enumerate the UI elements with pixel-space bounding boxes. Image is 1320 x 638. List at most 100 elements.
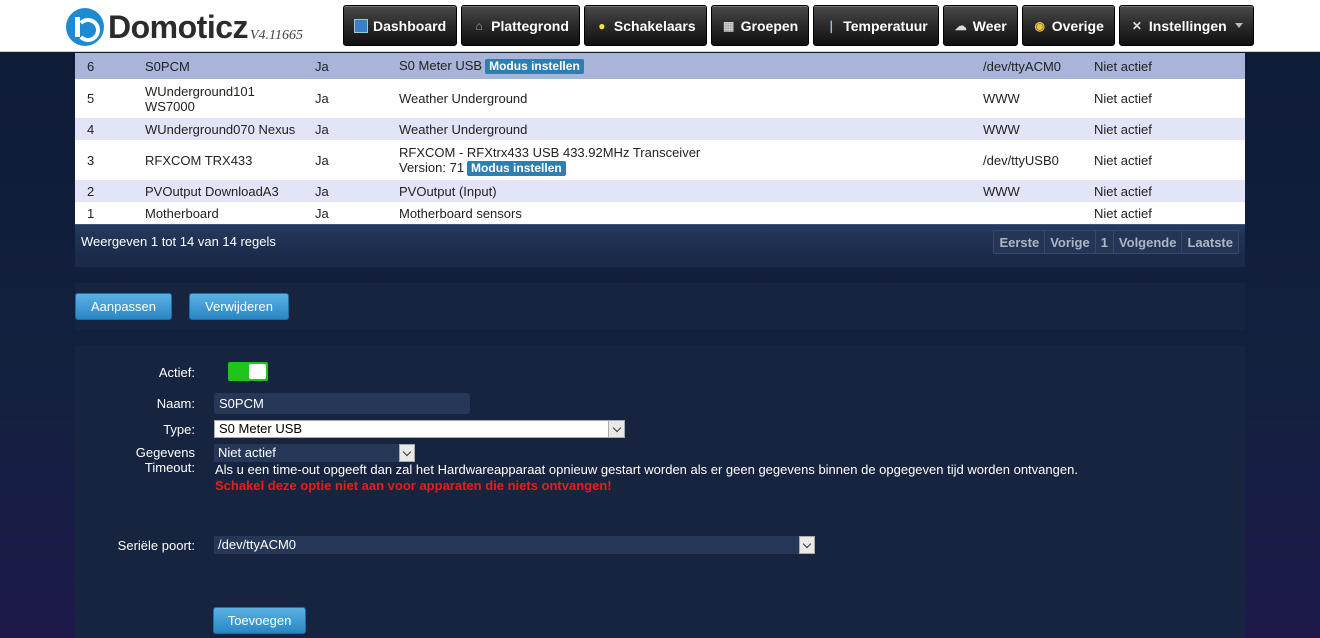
timeout-label-line: Gegevens [135,445,195,460]
row-address: WWW [971,118,1082,140]
add-button[interactable]: Toevoegen [213,607,306,634]
row-enabled: Ja [303,79,387,118]
table-row[interactable]: 6 S0PCM Ja S0 Meter USB Modus instellen /… [75,53,1245,79]
row-enabled: Ja [303,140,387,180]
set-mode-button[interactable]: Modus instellen [467,160,566,176]
row-name: RFXCOM TRX433 [133,140,303,180]
timeout-help-text: Als u een time-out opgeeft dan zal het H… [215,462,1078,477]
domoticz-logo-icon [66,8,104,46]
nav-weer[interactable]: ☁ Weer [942,5,1018,46]
serial-port-select[interactable]: /dev/ttyACM0 [214,536,815,554]
row-timeout: Niet actief [1082,79,1245,118]
timeout-select[interactable]: Niet actief [214,444,415,462]
nav-temperatuur[interactable]: ❘ Temperatuur [813,5,939,46]
globe-icon: ◉ [1034,18,1045,33]
row-idx: 3 [75,140,133,180]
row-address: WWW [971,79,1082,118]
row-idx: 6 [75,53,133,79]
nav-schakelaars[interactable]: ● Schakelaars [583,5,707,46]
row-enabled: Ja [303,53,387,79]
thermometer-icon: ❘ [826,18,837,33]
chevron-down-icon [799,536,815,554]
nav-label: Instellingen [1148,17,1227,34]
pager-previous[interactable]: Vorige [1044,229,1096,254]
pager-page-1[interactable]: 1 [1094,229,1114,254]
nav-label: Groepen [740,17,799,34]
table-row[interactable]: 4 WUnderground070 Nexus Ja Weather Under… [75,118,1245,140]
row-enabled: Ja [303,118,387,140]
chevron-down-icon [399,444,415,462]
chevron-down-icon [1234,23,1243,28]
timeout-warning: Schakel deze optie niet aan voor apparat… [215,478,612,493]
table-row[interactable]: 1 Motherboard Ja Motherboard sensors Nie… [75,202,1245,224]
nav-instellingen[interactable]: ✕ Instellingen [1118,5,1254,46]
row-type: RFXCOM - RFXtrx433 USB 433.92MHz Transce… [387,140,971,180]
active-toggle[interactable] [228,362,268,381]
row-name: WUnderground101 WS7000 [133,79,303,118]
table-row[interactable]: 2 PVOutput DownloadA3 Ja PVOutput (Input… [75,180,1245,202]
row-timeout: Niet actief [1082,202,1245,224]
row-address: /dev/ttyUSB0 [971,140,1082,180]
name-input[interactable] [214,393,470,414]
row-name: PVOutput DownloadA3 [133,180,303,202]
row-name: Motherboard [133,202,303,224]
app-version: V4.11665 [250,28,304,43]
chevron-down-icon [608,421,624,437]
type-select[interactable]: S0 Meter USB [214,420,625,438]
nav-overige[interactable]: ◉ Overige [1021,5,1115,46]
row-type: S0 Meter USB Modus instellen [387,53,971,79]
app-logo[interactable]: Domoticz V4.11665 [66,8,303,46]
timeout-label-line: Timeout: [144,460,195,475]
timeout-label: Gegevens Timeout: [75,445,195,475]
table-row[interactable]: 5 WUnderground101 WS7000 Ja Weather Under… [75,79,1245,118]
nav-dashboard[interactable]: Dashboard [343,5,458,46]
pager-last[interactable]: Laatste [1181,229,1239,254]
main-nav: Dashboard ⌂ Plattegrond ● Schakelaars ▦ … [343,5,1254,46]
nav-label: Temperatuur [843,17,928,34]
row-idx: 2 [75,180,133,202]
row-timeout: Niet actief [1082,140,1245,180]
row-type: Motherboard sensors [387,202,971,224]
table-row[interactable]: 3 RFXCOM TRX433 Ja RFXCOM - RFXtrx433 US… [75,140,1245,180]
delete-button[interactable]: Verwijderen [189,293,289,320]
scene-icon: ▦ [722,18,735,33]
row-type: Weather Underground [387,79,971,118]
top-bar: Domoticz V4.11665 Dashboard ⌂ Plattegron… [0,0,1320,52]
row-address [971,202,1082,224]
active-label: Actief: [158,365,195,380]
row-timeout: Niet actief [1082,180,1245,202]
table-info: Weergeven 1 tot 14 van 14 regels [81,234,276,249]
tools-icon: ✕ [1131,18,1142,33]
row-name: WUnderground070 Nexus [133,118,303,140]
nav-label: Weer [972,17,1007,34]
row-version: Version: 71 [399,159,465,175]
house-icon: ⌂ [475,18,483,33]
lightbulb-icon: ● [598,18,606,33]
type-select-value: S0 Meter USB [219,421,303,436]
row-enabled: Ja [303,180,387,202]
app-name: Domoticz [108,9,249,45]
nav-plattegrond[interactable]: ⌂ Plattegrond [461,5,580,46]
row-timeout: Niet actief [1082,118,1245,140]
timeout-select-value: Niet actief [218,445,276,460]
row-type-text: RFXCOM - RFXtrx433 USB 433.92MHz Transce… [399,144,701,160]
row-name-line: WS7000 [145,98,195,114]
nav-label: Overige [1051,17,1104,34]
nav-label: Dashboard [373,17,447,34]
cloud-icon: ☁ [954,18,967,33]
hardware-table: 6 S0PCM Ja S0 Meter USB Modus instellen /… [75,53,1245,224]
update-button[interactable]: Aanpassen [75,293,172,320]
row-type: PVOutput (Input) [387,180,971,202]
hardware-form: Actief: Naam: Type: S0 Meter USB Gegeven… [75,346,1245,638]
type-label: Type: [163,422,195,437]
nav-groepen[interactable]: ▦ Groepen [710,5,810,46]
row-address: /dev/ttyACM0 [971,53,1082,79]
name-label: Naam: [156,396,195,411]
pager-first[interactable]: Eerste [993,229,1046,254]
nav-label: Plattegrond [491,17,569,34]
set-mode-button[interactable]: Modus instellen [485,59,584,74]
row-idx: 4 [75,118,133,140]
pager-next[interactable]: Volgende [1112,229,1183,254]
row-name-line: WUnderground101 [145,83,255,99]
serial-port-value: /dev/ttyACM0 [218,537,297,552]
